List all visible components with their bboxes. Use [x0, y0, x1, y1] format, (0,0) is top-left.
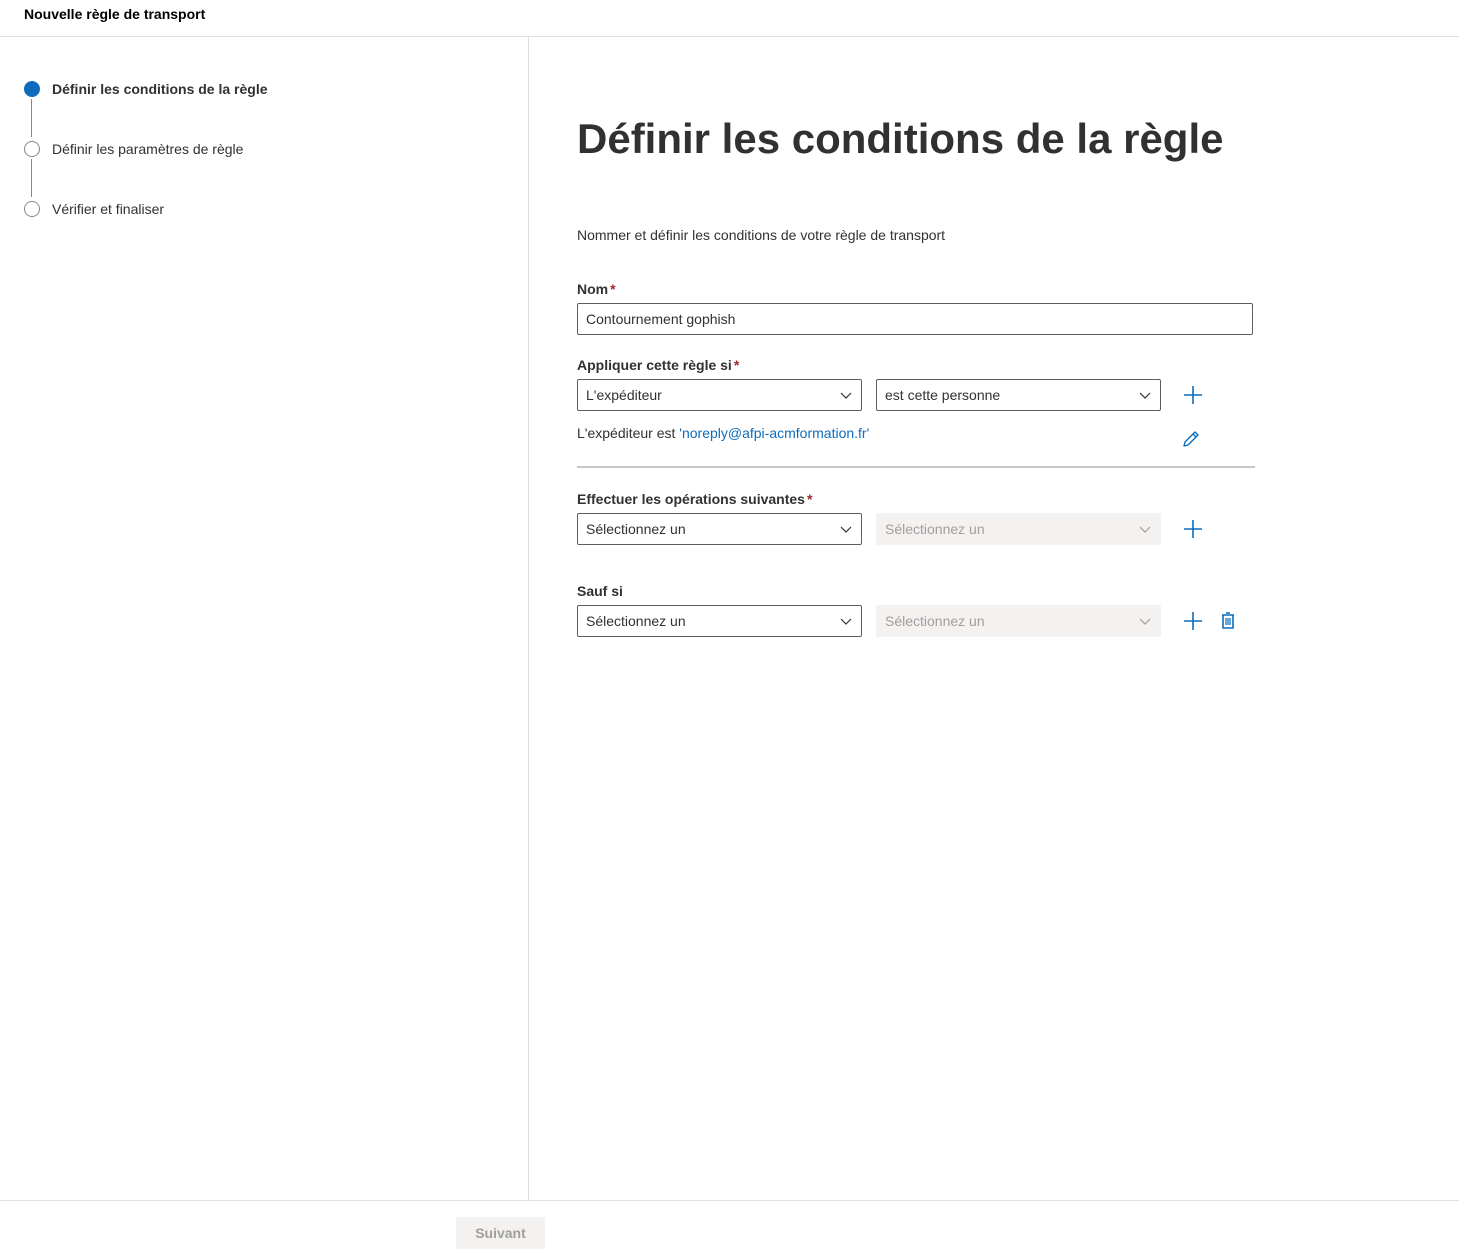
exception-detail-dropdown: Sélectionnez un	[876, 605, 1161, 637]
chevron-down-icon	[840, 618, 852, 625]
wizard-steps-pane: Définir les conditions de la règle Défin…	[0, 37, 529, 1200]
action-detail-dropdown: Sélectionnez un	[876, 513, 1161, 545]
add-exception-icon[interactable]	[1181, 609, 1205, 633]
dropdown-value: est cette personne	[885, 387, 1001, 403]
exception-label: Sauf si	[577, 583, 623, 599]
apply-operator-dropdown[interactable]: est cette personne	[876, 379, 1161, 411]
required-marker: *	[806, 491, 813, 507]
required-marker: *	[610, 281, 616, 297]
step-label: Définir les paramètres de règle	[52, 141, 244, 157]
footer-bar: Suivant	[0, 1200, 1459, 1260]
page-title: Définir les conditions de la règle	[577, 115, 1224, 162]
sender-address-link[interactable]: 'noreply@afpi-acmformation.fr'	[679, 425, 869, 441]
apply-condition-dropdown[interactable]: L'expéditeur	[577, 379, 862, 411]
dropdown-value: L'expéditeur	[586, 387, 662, 403]
edit-pencil-icon[interactable]	[1179, 427, 1203, 451]
chevron-down-icon	[1139, 392, 1151, 399]
step-current-icon	[24, 81, 40, 97]
dropdown-value: Sélectionnez un	[885, 613, 985, 629]
chevron-down-icon	[1139, 618, 1151, 625]
name-label: Nom *	[577, 281, 616, 297]
chevron-down-icon	[840, 526, 852, 533]
dropdown-value: Sélectionnez un	[885, 521, 985, 537]
page-subtitle: Nommer et définir les conditions de votr…	[577, 227, 946, 243]
add-action-icon[interactable]	[1181, 517, 1205, 541]
step-pending-icon	[24, 141, 40, 157]
dropdown-value: Sélectionnez un	[586, 613, 686, 629]
chevron-down-icon	[1139, 526, 1151, 533]
step-label: Définir les conditions de la règle	[52, 81, 268, 97]
section-divider	[577, 466, 1255, 468]
apply-rule-label: Appliquer cette règle si *	[577, 357, 740, 373]
step-connector	[31, 99, 32, 137]
actions-label: Effectuer les opérations suivantes *	[577, 491, 813, 507]
step-label: Vérifier et finaliser	[52, 201, 165, 217]
required-marker: *	[733, 357, 740, 373]
dropdown-value: Sélectionnez un	[586, 521, 686, 537]
next-button[interactable]: Suivant	[456, 1217, 545, 1249]
chevron-down-icon	[840, 392, 852, 399]
action-dropdown[interactable]: Sélectionnez un	[577, 513, 862, 545]
name-input[interactable]: Contournement gophish	[577, 303, 1253, 335]
exception-dropdown[interactable]: Sélectionnez un	[577, 605, 862, 637]
panel-title: Nouvelle règle de transport	[24, 6, 206, 22]
condition-summary: L'expéditeur est 'noreply@afpi-acmformat…	[577, 425, 870, 441]
step-pending-icon	[24, 201, 40, 217]
step-connector	[31, 159, 32, 197]
top-bar: Nouvelle règle de transport	[0, 0, 1459, 37]
delete-trash-icon[interactable]	[1216, 609, 1240, 633]
add-condition-icon[interactable]	[1181, 383, 1205, 407]
